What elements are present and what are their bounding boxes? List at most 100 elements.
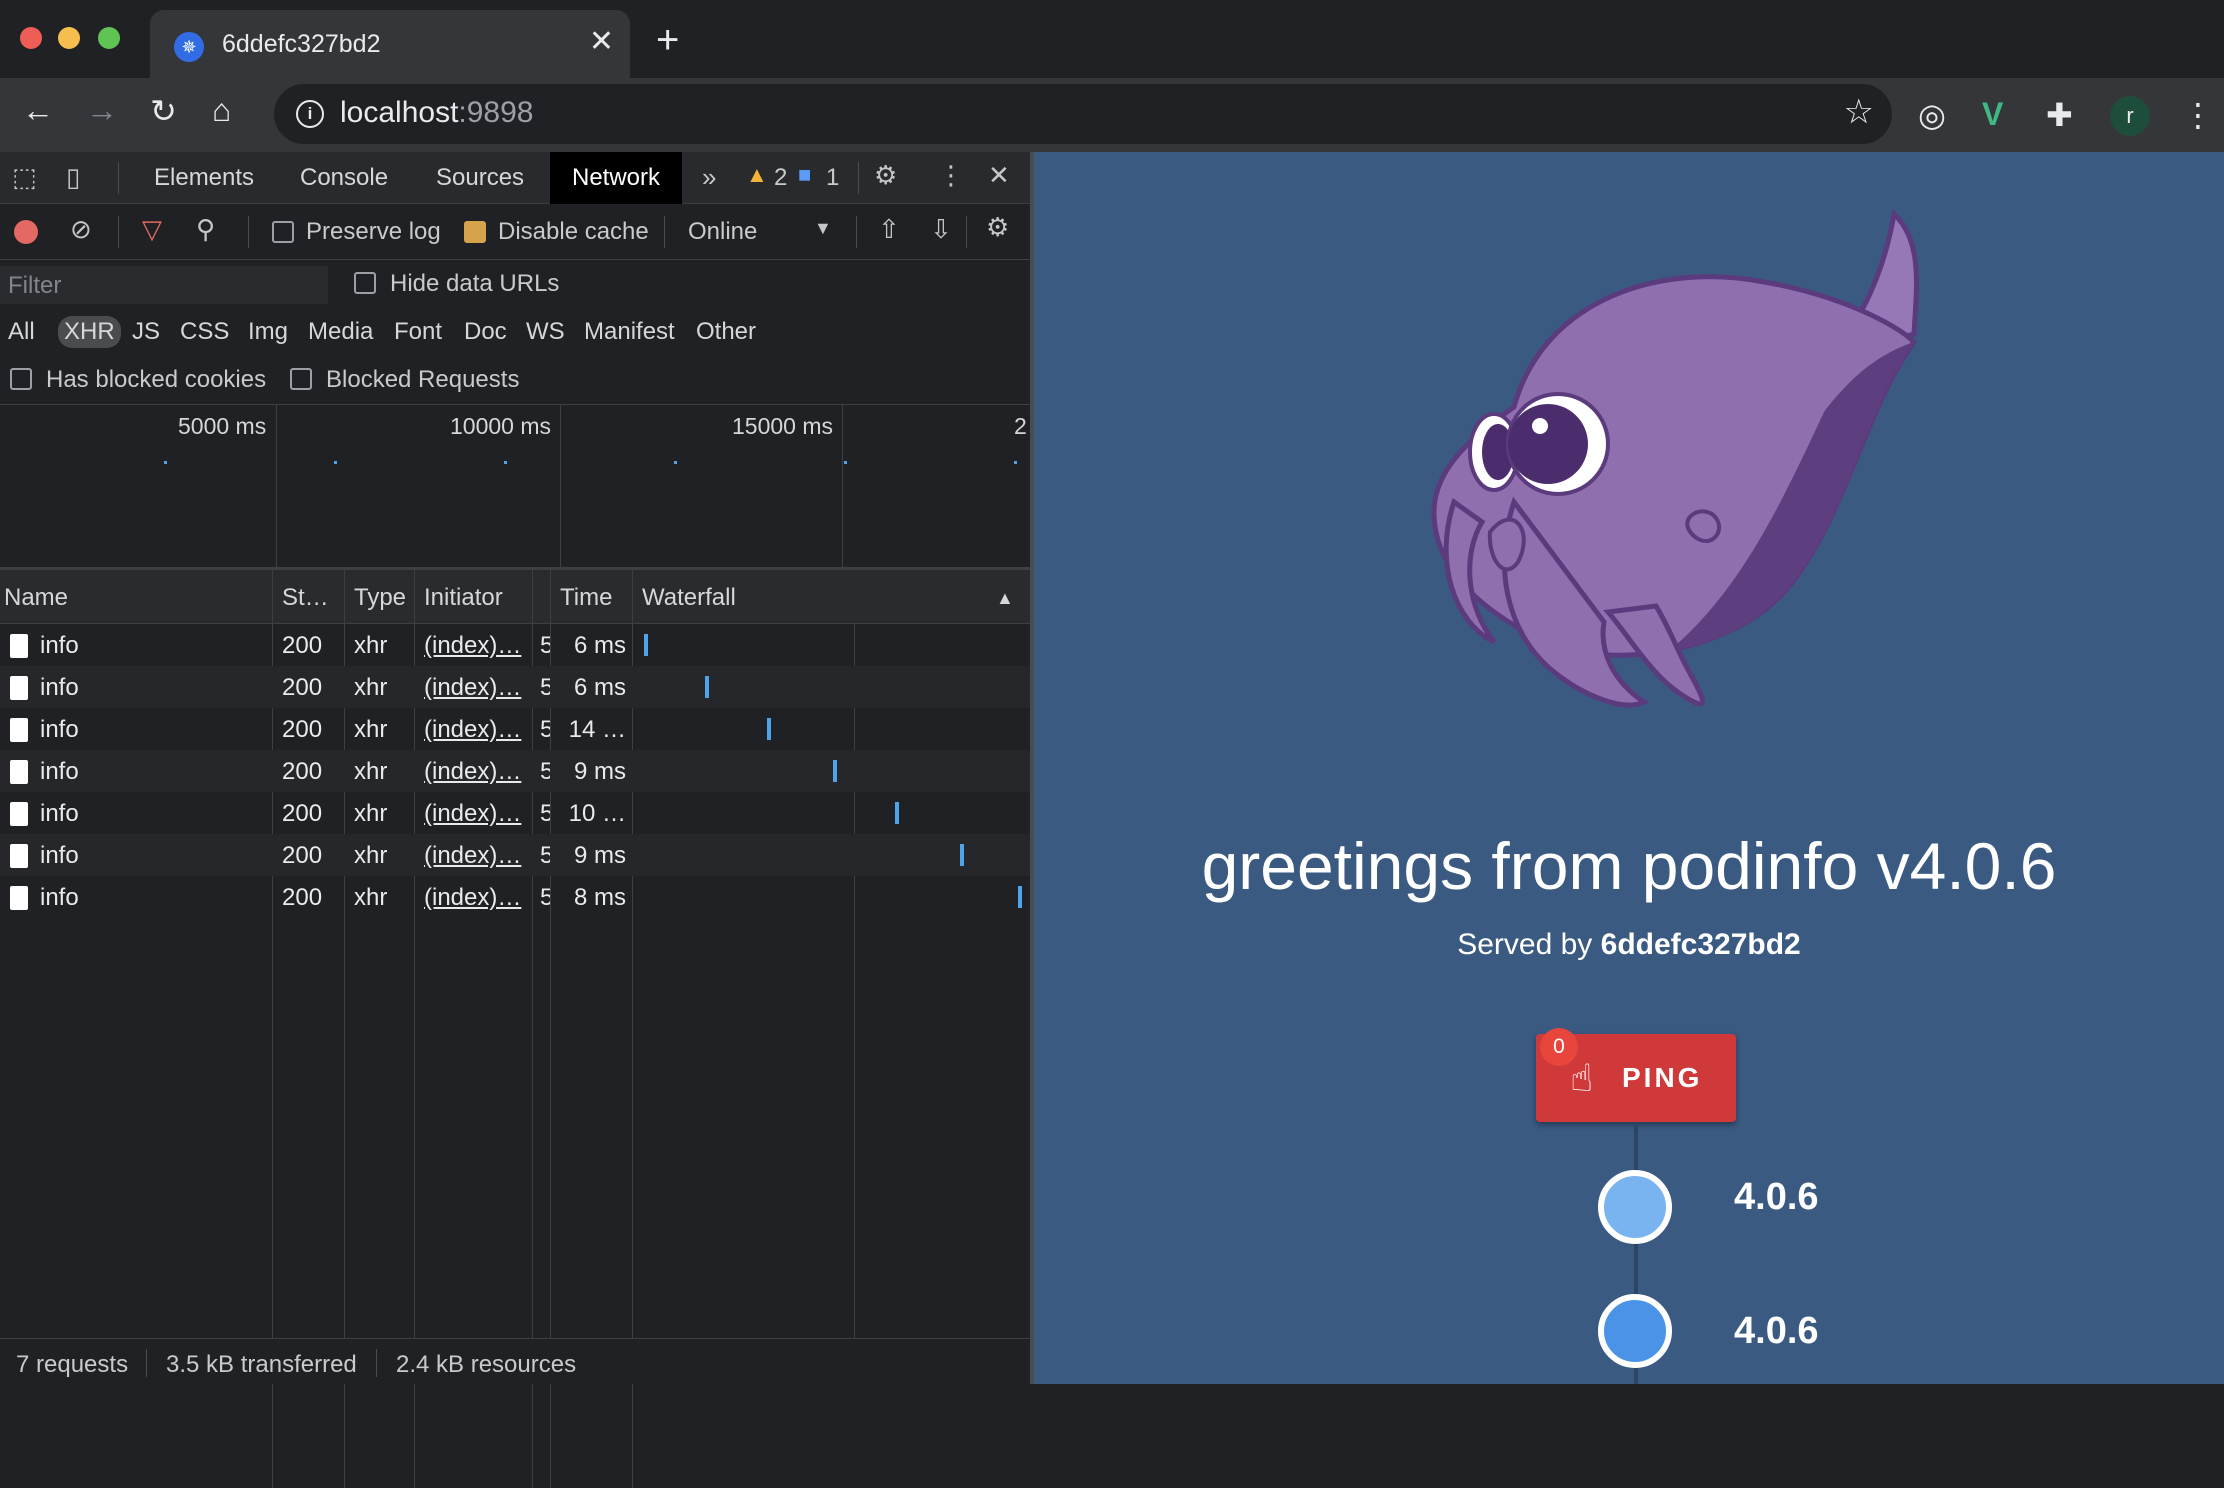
column-type[interactable]: Type xyxy=(354,584,406,612)
waterfall-bar xyxy=(960,844,964,866)
import-har-icon[interactable]: ⇧ xyxy=(878,214,900,245)
extension-target-icon[interactable]: ◎ xyxy=(1918,96,1946,134)
close-tab-icon[interactable]: ✕ xyxy=(589,24,614,59)
request-initiator[interactable]: (index)… xyxy=(424,632,528,660)
ping-button[interactable]: 0 ☝ PING xyxy=(1536,1028,1736,1122)
request-time: 9 ms xyxy=(573,758,626,785)
request-name[interactable]: info xyxy=(40,800,79,828)
request-type: xhr xyxy=(354,758,388,785)
bookmark-star-icon[interactable]: ☆ xyxy=(1844,92,1874,132)
request-name[interactable]: info xyxy=(40,716,79,744)
export-har-icon[interactable]: ⇩ xyxy=(930,214,952,245)
blocked-requests-checkbox[interactable] xyxy=(290,368,312,390)
request-name[interactable]: info xyxy=(40,632,79,660)
column-name[interactable]: Name xyxy=(4,584,68,612)
type-filter-js[interactable]: JS xyxy=(132,318,160,346)
document-icon xyxy=(10,634,28,658)
network-overview[interactable]: 5000 ms 10000 ms 15000 ms 2 xyxy=(0,404,1030,570)
table-row[interactable]: info 200 xhr (index)… 5 9 ms xyxy=(0,834,1030,876)
browser-tab[interactable]: ✵ 6ddefc327bd2 ✕ xyxy=(150,10,630,78)
new-tab-icon[interactable]: + xyxy=(656,18,679,63)
table-row[interactable]: info 200 xhr (index)… 5 6 ms xyxy=(0,624,1030,666)
tab-strip: ✵ 6ddefc327bd2 ✕ + xyxy=(0,0,2224,78)
device-toolbar-icon[interactable]: ▯ xyxy=(66,162,80,193)
devtools-menu-icon[interactable]: ⋮ xyxy=(938,160,964,191)
browser-menu-icon[interactable]: ⋮ xyxy=(2182,96,2214,134)
request-name[interactable]: info xyxy=(40,758,79,786)
table-row[interactable]: info 200 xhr (index)… 5 14 … xyxy=(0,708,1030,750)
reload-icon[interactable]: ↻ xyxy=(150,92,177,130)
minimize-window-button[interactable] xyxy=(58,27,80,49)
request-type: xhr xyxy=(354,884,388,911)
message-icon[interactable]: ■ xyxy=(798,162,811,188)
request-name[interactable]: info xyxy=(40,884,79,912)
type-filter-all[interactable]: All xyxy=(8,318,35,346)
type-filter-media[interactable]: Media xyxy=(308,318,373,346)
type-filter-doc[interactable]: Doc xyxy=(464,318,507,346)
extensions-puzzle-icon[interactable]: ✚ xyxy=(2046,96,2073,134)
vue-devtools-icon[interactable]: V xyxy=(1982,96,2003,133)
preserve-log-checkbox[interactable] xyxy=(272,221,294,243)
request-name[interactable]: info xyxy=(40,674,79,702)
type-filter-ws[interactable]: WS xyxy=(526,318,565,346)
filter-funnel-icon[interactable]: ▽ xyxy=(142,214,162,245)
disable-cache-checkbox[interactable] xyxy=(464,221,486,243)
settings-gear-icon[interactable]: ⚙ xyxy=(874,160,897,191)
request-initiator[interactable]: (index)… xyxy=(424,758,528,786)
request-status: 200 xyxy=(282,674,323,701)
warning-icon[interactable]: ▲ xyxy=(746,162,768,188)
type-filter-manifest[interactable]: Manifest xyxy=(584,318,675,346)
request-initiator[interactable]: (index)… xyxy=(424,884,528,912)
request-initiator[interactable]: (index)… xyxy=(424,674,528,702)
table-row[interactable]: info 200 xhr (index)… 5 10 … xyxy=(0,792,1030,834)
network-summary-bar: 7 requests 3.5 kB transferred 2.4 kB res… xyxy=(0,1338,1030,1384)
address-bar[interactable]: i localhost:9898 ☆ xyxy=(274,84,1892,144)
request-name[interactable]: info xyxy=(40,842,79,870)
chevron-down-icon[interactable]: ▼ xyxy=(814,218,832,239)
tab-sources[interactable]: Sources xyxy=(436,164,524,192)
home-icon[interactable]: ⌂ xyxy=(212,92,231,129)
type-filter-xhr[interactable]: XHR xyxy=(58,316,121,348)
tab-network[interactable]: Network xyxy=(550,152,683,204)
inspect-element-icon[interactable]: ⬚ xyxy=(12,162,37,193)
request-initiator[interactable]: (index)… xyxy=(424,716,528,744)
tab-console[interactable]: Console xyxy=(300,164,388,192)
hide-data-urls-label: Hide data URLs xyxy=(390,270,560,297)
throttle-select[interactable]: Online xyxy=(688,218,757,246)
type-filter-other[interactable]: Other xyxy=(696,318,756,346)
column-status[interactable]: St… xyxy=(282,584,329,612)
record-button[interactable] xyxy=(14,220,38,244)
forward-icon[interactable]: → xyxy=(86,92,118,129)
back-icon[interactable]: ← xyxy=(22,92,54,129)
table-row[interactable]: info 200 xhr (index)… 5 9 ms xyxy=(0,750,1030,792)
search-icon[interactable]: ⚲ xyxy=(196,214,215,245)
type-filter-img[interactable]: Img xyxy=(248,318,288,346)
maximize-window-button[interactable] xyxy=(98,27,120,49)
tab-elements[interactable]: Elements xyxy=(154,164,254,192)
request-initiator[interactable]: (index)… xyxy=(424,800,528,828)
table-row[interactable]: info 200 xhr (index)… 5 8 ms xyxy=(0,876,1030,918)
column-time[interactable]: Time xyxy=(560,584,612,612)
filter-input[interactable]: Filter xyxy=(0,266,328,304)
profile-avatar[interactable]: r xyxy=(2110,96,2150,136)
sort-ascending-icon[interactable]: ▲ xyxy=(996,588,1014,609)
overview-mark xyxy=(504,461,507,464)
column-waterfall[interactable]: Waterfall xyxy=(642,584,736,612)
request-initiator[interactable]: (index)… xyxy=(424,842,528,870)
blocked-cookies-checkbox[interactable] xyxy=(10,368,32,390)
type-filter-font[interactable]: Font xyxy=(394,318,442,346)
hide-data-urls-checkbox[interactable] xyxy=(354,272,376,294)
request-time: 14 … xyxy=(568,716,626,743)
site-info-icon[interactable]: i xyxy=(296,100,324,128)
overview-mark xyxy=(674,461,677,464)
type-filter-css[interactable]: CSS xyxy=(180,318,229,346)
close-window-button[interactable] xyxy=(20,27,42,49)
request-size: 5 xyxy=(540,842,550,869)
more-tabs-icon[interactable]: » xyxy=(702,162,716,193)
close-devtools-icon[interactable]: ✕ xyxy=(988,160,1010,191)
table-row[interactable]: info 200 xhr (index)… 5 6 ms xyxy=(0,666,1030,708)
network-settings-icon[interactable]: ⚙ xyxy=(986,212,1009,243)
disable-cache-label: Disable cache xyxy=(498,218,649,245)
column-initiator[interactable]: Initiator xyxy=(424,584,503,612)
clear-icon[interactable]: ⊘ xyxy=(70,214,92,245)
